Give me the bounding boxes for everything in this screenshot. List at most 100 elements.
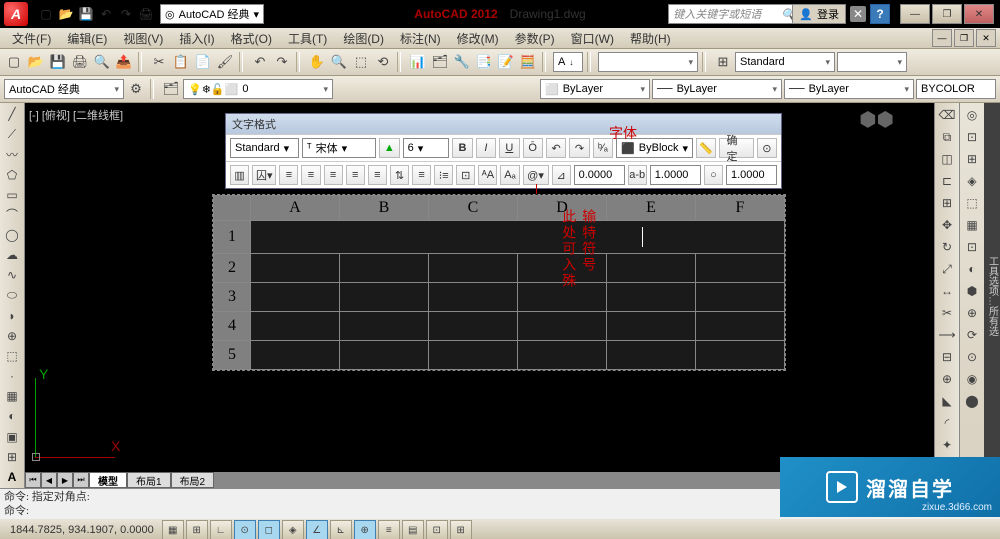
row-header[interactable]: 3 xyxy=(214,283,251,312)
line-icon[interactable]: ╱ xyxy=(2,105,22,123)
v11-icon[interactable]: ⟳ xyxy=(962,325,982,345)
ellipse-arc-icon[interactable]: ◗ xyxy=(2,307,22,325)
mdi-restore[interactable]: ❐ xyxy=(954,29,974,47)
table-cell[interactable] xyxy=(340,341,429,370)
search-input[interactable]: 键入关键字或短语🔍 xyxy=(668,4,800,24)
array-icon[interactable]: ⊞ xyxy=(937,193,957,213)
te-align-l-button[interactable]: ≡ xyxy=(279,165,298,185)
v3-icon[interactable]: ⊞ xyxy=(962,149,982,169)
table-cell[interactable] xyxy=(251,283,340,312)
rotate-icon[interactable]: ↻ xyxy=(937,237,957,257)
copy-icon[interactable]: 📋 xyxy=(171,52,191,72)
menu-draw[interactable]: 绘图(D) xyxy=(335,30,392,47)
qat-save-icon[interactable]: 💾 xyxy=(78,6,94,22)
markup-icon[interactable]: 📝 xyxy=(496,52,516,72)
copy-obj-icon[interactable]: ⧉ xyxy=(937,127,957,147)
te-lower-button[interactable]: Aₐ xyxy=(500,165,519,185)
region-icon[interactable]: ▣ xyxy=(2,428,22,446)
te-field-button[interactable]: ⊡ xyxy=(456,165,475,185)
col-header[interactable]: C xyxy=(429,196,518,221)
dyn-toggle[interactable]: ⊕ xyxy=(354,520,376,539)
arc-icon[interactable]: ⌒ xyxy=(2,206,22,224)
tab-first[interactable]: ⏮ xyxy=(25,472,41,488)
login-button[interactable]: 👤登录 xyxy=(792,4,846,24)
table-cell[interactable] xyxy=(251,341,340,370)
v12-icon[interactable]: ⊙ xyxy=(962,347,982,367)
table-style-icon[interactable]: ⊞ xyxy=(713,52,733,72)
spline-icon[interactable]: ∿ xyxy=(2,266,22,284)
row-header[interactable]: 5 xyxy=(214,341,251,370)
help-button[interactable]: ? xyxy=(870,4,890,24)
ws-settings-icon[interactable]: ⚙ xyxy=(126,79,146,99)
table-cell[interactable] xyxy=(696,312,785,341)
tablestyle-combo[interactable]: Standard▾ xyxy=(735,52,835,72)
te-para-button[interactable]: 囚▾ xyxy=(252,165,276,185)
te-annot-icon[interactable]: ▲ xyxy=(379,138,399,158)
table-cell[interactable] xyxy=(696,254,785,283)
col-header[interactable]: F xyxy=(696,196,785,221)
v2-icon[interactable]: ⊡ xyxy=(962,127,982,147)
close-button[interactable]: ✕ xyxy=(964,4,994,24)
zoom-prev-icon[interactable]: ⟲ xyxy=(373,52,393,72)
te-tracking-input[interactable]: 1.0000 xyxy=(650,165,701,185)
save-icon[interactable]: 💾 xyxy=(48,52,68,72)
te-columns-button[interactable]: ▥ xyxy=(230,165,249,185)
extend-icon[interactable]: ⟶ xyxy=(937,325,957,345)
3dosnap-toggle[interactable]: ◈ xyxy=(282,520,304,539)
ssm-icon[interactable]: 📑 xyxy=(474,52,494,72)
stretch-icon[interactable]: ↔ xyxy=(937,281,957,301)
row-header[interactable]: 4 xyxy=(214,312,251,341)
menu-window[interactable]: 窗口(W) xyxy=(563,30,622,47)
paste-icon[interactable]: 📄 xyxy=(193,52,213,72)
table-cell[interactable] xyxy=(607,312,696,341)
tab-model[interactable]: 模型 xyxy=(89,472,127,488)
polar-toggle[interactable]: ⊙ xyxy=(234,520,256,539)
mdi-minimize[interactable]: — xyxy=(932,29,952,47)
te-underline-button[interactable]: U xyxy=(499,138,519,158)
ellipse-icon[interactable]: ⬭ xyxy=(2,286,22,304)
menu-modify[interactable]: 修改(M) xyxy=(449,30,507,47)
otrack-toggle[interactable]: ∠ xyxy=(306,520,328,539)
table-cell[interactable] xyxy=(340,254,429,283)
block-icon[interactable]: ⬚ xyxy=(2,347,22,365)
drawing-canvas[interactable]: [-] [俯视] [二维线框] 文字格式 字体 Standard▾ ᵀ 宋体▾ … xyxy=(25,103,934,488)
table-object[interactable]: A B C D E F 1 2 3 4 5 xyxy=(212,194,786,371)
qat-open-icon[interactable]: 📂 xyxy=(58,6,74,22)
te-symbol-button[interactable]: @▾ xyxy=(523,165,549,185)
te-font-combo[interactable]: ᵀ 宋体▾ xyxy=(302,138,376,158)
table-cell[interactable] xyxy=(340,312,429,341)
new-icon[interactable]: ▢ xyxy=(4,52,24,72)
mtext-icon[interactable]: A xyxy=(2,468,22,486)
row-header[interactable]: 1 xyxy=(214,221,251,254)
exchange-icon[interactable]: ✕ xyxy=(850,6,866,22)
coords-display[interactable]: 1844.7825, 934.1907, 0.0000 xyxy=(4,524,160,536)
col-header[interactable]: B xyxy=(340,196,429,221)
cut-icon[interactable]: ✂ xyxy=(149,52,169,72)
te-italic-button[interactable]: I xyxy=(476,138,496,158)
table-corner[interactable] xyxy=(214,196,251,221)
te-options-button[interactable]: ⊙ xyxy=(757,138,777,158)
join-icon[interactable]: ⊕ xyxy=(937,369,957,389)
snap-toggle[interactable]: ▦ xyxy=(162,520,184,539)
workspace-selector[interactable]: ◎AutoCAD 经典▾ xyxy=(160,4,264,24)
col-header[interactable]: E xyxy=(607,196,696,221)
tpy-toggle[interactable]: ▤ xyxy=(402,520,424,539)
te-size-combo[interactable]: 6▾ xyxy=(403,138,450,158)
dim-combo[interactable]: ▾ xyxy=(837,52,907,72)
explode-icon[interactable]: ✦ xyxy=(937,435,957,455)
te-redo-button[interactable]: ↷ xyxy=(569,138,589,158)
tool-palette-tab[interactable]: 工具选项…所有选 xyxy=(984,103,1000,488)
table-cell[interactable] xyxy=(340,283,429,312)
te-numbering-button[interactable]: ≡ xyxy=(412,165,431,185)
layer-props-icon[interactable]: 🗂 xyxy=(161,79,181,99)
workspace-combo[interactable]: AutoCAD 经典▾ xyxy=(4,79,124,99)
redo-icon[interactable]: ↷ xyxy=(272,52,292,72)
te-bullets-button[interactable]: ⁝≡ xyxy=(434,165,453,185)
menu-param[interactable]: 参数(P) xyxy=(507,30,563,47)
table-cell[interactable] xyxy=(518,312,607,341)
table-cell[interactable] xyxy=(429,341,518,370)
qat-print-icon[interactable]: 🖨 xyxy=(138,6,154,22)
fillet-icon[interactable]: ◜ xyxy=(937,413,957,433)
v1-icon[interactable]: ◎ xyxy=(962,105,982,125)
qat-undo-icon[interactable]: ↶ xyxy=(98,6,114,22)
